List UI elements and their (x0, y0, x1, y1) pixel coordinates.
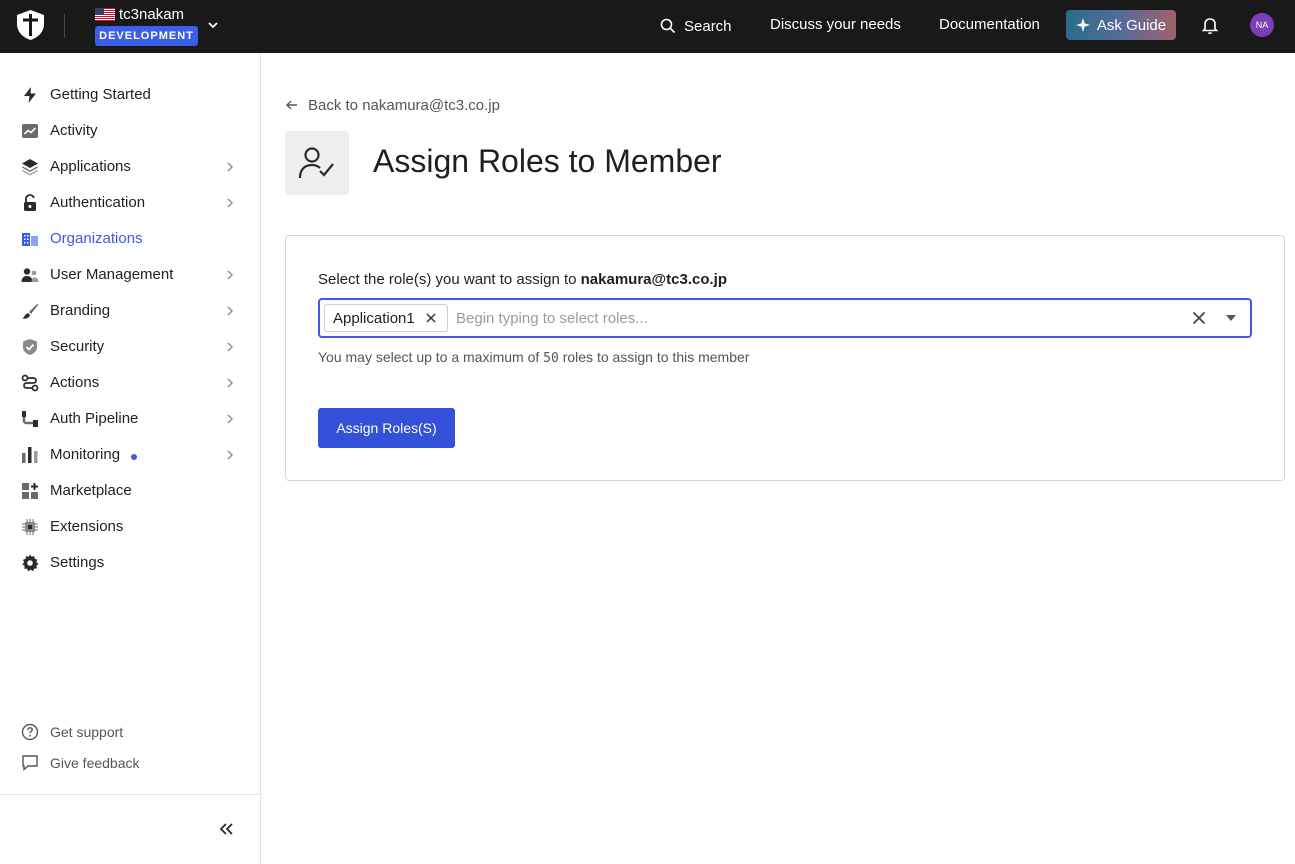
give-feedback-link[interactable]: Give feedback (0, 750, 260, 776)
get-support-link[interactable]: Get support (0, 719, 260, 745)
chevron-right-icon (227, 342, 233, 352)
sidebar-item-label: Security (50, 338, 105, 355)
logo-icon[interactable] (17, 10, 44, 40)
caret-down-icon[interactable] (1225, 314, 1237, 322)
shield-icon (21, 338, 39, 356)
documentation-link[interactable]: Documentation (939, 16, 1040, 33)
sidebar-item-label: Actions (50, 374, 100, 391)
sidebar-item-organizations[interactable]: Organizations (0, 221, 260, 257)
bar-chart-icon (21, 446, 39, 464)
sidebar-item-marketplace[interactable]: Marketplace (0, 473, 260, 509)
chevron-right-icon (227, 306, 233, 316)
actions-icon (21, 374, 39, 392)
new-indicator-dot (131, 454, 137, 460)
back-link[interactable]: Back to nakamura@tc3.co.jp (285, 95, 500, 115)
chevron-right-icon (227, 198, 233, 208)
feedback-icon (21, 754, 39, 772)
search-button[interactable]: Search (660, 15, 732, 37)
sidebar-item-label: Settings (50, 554, 105, 571)
discuss-needs-link[interactable]: Discuss your needs (770, 16, 901, 33)
sparkle-icon (1075, 18, 1090, 32)
sidebar-item-extensions[interactable]: Extensions (0, 509, 260, 545)
assign-roles-button[interactable]: Assign Roles(S) (318, 408, 455, 448)
member-email: nakamura@tc3.co.jp (580, 271, 727, 288)
sidebar-item-authentication[interactable]: Authentication (0, 185, 260, 221)
chevron-right-icon (227, 378, 233, 388)
chevron-right-icon (227, 270, 233, 280)
top-bar: tc3nakam DEVELOPMENT Search Discuss your… (0, 0, 1295, 53)
sidebar-item-label: Auth Pipeline (50, 410, 139, 427)
role-select[interactable]: Application1 (318, 298, 1252, 338)
marketplace-icon (21, 482, 39, 500)
sidebar-item-label: Extensions (50, 518, 124, 535)
activity-icon (21, 122, 39, 140)
tenant-name[interactable]: tc3nakam (119, 6, 184, 23)
sidebar-item-user-management[interactable]: User Management (0, 257, 260, 293)
environment-badge: DEVELOPMENT (95, 26, 198, 46)
brush-icon (21, 302, 39, 320)
gear-icon (21, 554, 39, 572)
selected-role-chip: Application1 (324, 304, 448, 332)
sidebar-item-activity[interactable]: Activity (0, 113, 260, 149)
layers-icon (21, 158, 39, 176)
helper-text: You may select up to a maximum of 50 rol… (318, 349, 749, 366)
helper-prefix: You may select up to a maximum of (318, 349, 540, 365)
clear-selection-icon[interactable] (1192, 311, 1206, 325)
selected-role-label: Application1 (333, 309, 415, 327)
sidebar-item-security[interactable]: Security (0, 329, 260, 365)
collapse-sidebar-icon[interactable] (216, 819, 236, 839)
topbar-divider (64, 14, 65, 38)
assign-roles-card: Select the role(s) you want to assign to… (285, 235, 1285, 481)
sidebar-item-applications[interactable]: Applications (0, 149, 260, 185)
notifications-bell-icon[interactable] (1199, 14, 1221, 36)
us-flag-icon (95, 8, 115, 21)
chevron-right-icon (227, 162, 233, 172)
sidebar-item-actions[interactable]: Actions (0, 365, 260, 401)
chevron-right-icon (227, 414, 233, 424)
sidebar-item-label: Marketplace (50, 482, 132, 499)
sidebar-item-label: Branding (50, 302, 111, 319)
chevron-right-icon (227, 450, 233, 460)
chevron-down-icon[interactable] (205, 17, 221, 33)
role-search-input[interactable] (456, 308, 1156, 328)
sidebar-item-label: User Management (50, 266, 174, 283)
sidebar-item-monitoring[interactable]: Monitoring (0, 437, 260, 473)
search-label: Search (684, 17, 732, 35)
user-avatar[interactable]: NA (1250, 13, 1274, 37)
bolt-icon (21, 86, 39, 104)
role-select-label: Select the role(s) you want to assign to… (318, 271, 727, 288)
sidebar-item-auth-pipeline[interactable]: Auth Pipeline (0, 401, 260, 437)
page-title: Assign Roles to Member (373, 143, 722, 179)
sidebar-item-settings[interactable]: Settings (0, 545, 260, 581)
sidebar-item-label: Monitoring (50, 446, 121, 463)
sidebar-item-label: Organizations (50, 230, 143, 247)
label-prefix: Select the role(s) you want to assign to (318, 271, 577, 288)
organizations-icon (21, 230, 39, 248)
member-roles-icon (285, 131, 349, 195)
lock-icon (21, 194, 39, 212)
close-icon[interactable] (425, 312, 437, 324)
helper-suffix: roles to assign to this member (562, 349, 750, 365)
sidebar-divider (0, 794, 260, 795)
sidebar: Getting Started Activity Applications Au… (0, 53, 261, 864)
chip-icon (21, 518, 39, 536)
sidebar-item-label: Authentication (50, 194, 146, 211)
sidebar-item-label: Applications (50, 158, 131, 175)
helper-max-roles: 50 (543, 351, 559, 366)
give-feedback-label: Give feedback (50, 755, 140, 771)
pipeline-icon (21, 410, 39, 428)
users-icon (21, 266, 39, 284)
sidebar-item-label: Activity (50, 122, 98, 139)
get-support-label: Get support (50, 724, 124, 740)
ask-guide-label: Ask Guide (1096, 16, 1167, 34)
help-circle-icon (21, 723, 39, 741)
sidebar-item-branding[interactable]: Branding (0, 293, 260, 329)
ask-guide-button[interactable]: Ask Guide (1066, 10, 1176, 40)
sidebar-item-getting-started[interactable]: Getting Started (0, 77, 260, 113)
search-icon (660, 18, 676, 34)
arrow-left-icon (286, 100, 297, 110)
back-link-label: Back to nakamura@tc3.co.jp (308, 96, 500, 114)
sidebar-item-label: Getting Started (50, 86, 151, 103)
